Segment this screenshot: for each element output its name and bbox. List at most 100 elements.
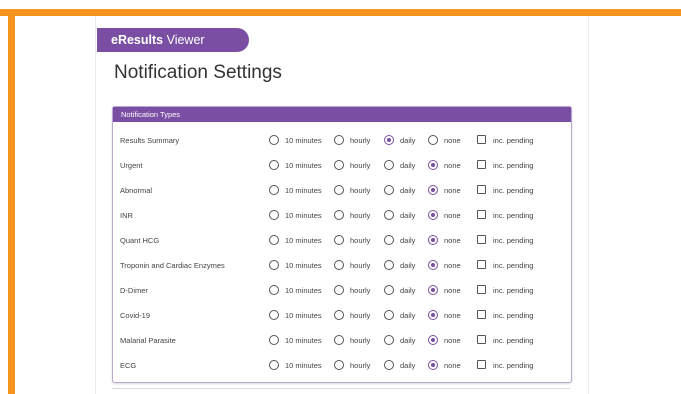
inc-pending-label: inc. pending (493, 311, 534, 320)
radio-button[interactable] (384, 185, 394, 195)
frequency-option-label: none (444, 311, 461, 320)
radio-button[interactable] (428, 260, 438, 270)
radio-button[interactable] (384, 260, 394, 270)
radio-button[interactable] (428, 235, 438, 245)
notification-row: ECG 10 minutes hourly daily none inc. pending (113, 355, 571, 377)
frequency-option-label: 10 minutes (285, 311, 322, 320)
panel-header: Notification Types (113, 107, 571, 122)
inc-pending-checkbox[interactable] (477, 135, 486, 144)
frequency-option-label: none (444, 261, 461, 270)
radio-button[interactable] (334, 285, 344, 295)
radio-button[interactable] (428, 310, 438, 320)
notification-row: Troponin and Cardiac Enzymes 10 minutes ho… (113, 255, 571, 277)
radio-button[interactable] (269, 335, 279, 345)
frequency-option-label: 10 minutes (285, 361, 322, 370)
radio-button[interactable] (269, 360, 279, 370)
frequency-option-label: 10 minutes (285, 236, 322, 245)
notification-type-label: Troponin and Cardiac Enzymes (120, 261, 225, 270)
inc-pending-checkbox[interactable] (477, 335, 486, 344)
frequency-option-label: hourly (350, 236, 371, 245)
frequency-option-label: hourly (350, 136, 371, 145)
frequency-option-label: none (444, 186, 461, 195)
frequency-option-label: hourly (350, 211, 371, 220)
frequency-option-label: daily (400, 136, 416, 145)
inc-pending-checkbox[interactable] (477, 360, 486, 369)
frequency-option-label: daily (400, 311, 416, 320)
radio-button[interactable] (384, 235, 394, 245)
radio-button[interactable] (384, 135, 394, 145)
inc-pending-label: inc. pending (493, 211, 534, 220)
radio-button[interactable] (428, 335, 438, 345)
notification-row: Quant HCG 10 minutes hourly daily none inc. p… (113, 230, 571, 252)
frequency-option-label: daily (400, 161, 416, 170)
radio-button[interactable] (334, 310, 344, 320)
frequency-option-label: daily (400, 211, 416, 220)
divider (112, 388, 570, 389)
frequency-option-label: hourly (350, 336, 371, 345)
inc-pending-label: inc. pending (493, 336, 534, 345)
inc-pending-checkbox[interactable] (477, 160, 486, 169)
frequency-option-label: hourly (350, 186, 371, 195)
radio-button[interactable] (334, 210, 344, 220)
radio-button[interactable] (334, 235, 344, 245)
frequency-option-label: daily (400, 336, 416, 345)
notification-types-panel: Notification Types Results Summary 10 min… (112, 106, 572, 383)
inc-pending-checkbox[interactable] (477, 310, 486, 319)
radio-button[interactable] (269, 135, 279, 145)
inc-pending-label: inc. pending (493, 136, 534, 145)
radio-button[interactable] (384, 210, 394, 220)
frequency-option-label: none (444, 336, 461, 345)
brand-rest: Viewer (163, 33, 205, 47)
radio-button[interactable] (334, 260, 344, 270)
notification-row: Results Summary 10 minutes hourly daily none… (113, 130, 571, 152)
radio-button[interactable] (269, 310, 279, 320)
radio-button[interactable] (428, 185, 438, 195)
radio-button[interactable] (269, 160, 279, 170)
radio-button[interactable] (384, 160, 394, 170)
frequency-option-label: hourly (350, 286, 371, 295)
inc-pending-label: inc. pending (493, 286, 534, 295)
frequency-option-label: none (444, 161, 461, 170)
inc-pending-checkbox[interactable] (477, 260, 486, 269)
radio-button[interactable] (334, 360, 344, 370)
notification-row: Covid-19 10 minutes hourly daily none inc. pe… (113, 305, 571, 327)
inc-pending-checkbox[interactable] (477, 235, 486, 244)
radio-button[interactable] (428, 285, 438, 295)
radio-button[interactable] (428, 210, 438, 220)
inc-pending-label: inc. pending (493, 261, 534, 270)
radio-button[interactable] (428, 160, 438, 170)
inc-pending-checkbox[interactable] (477, 210, 486, 219)
frequency-option-label: 10 minutes (285, 336, 322, 345)
frequency-option-label: daily (400, 361, 416, 370)
radio-button[interactable] (269, 285, 279, 295)
radio-button[interactable] (269, 210, 279, 220)
notification-type-label: Abnormal (120, 186, 153, 195)
inc-pending-checkbox[interactable] (477, 185, 486, 194)
radio-button[interactable] (428, 135, 438, 145)
radio-button[interactable] (334, 135, 344, 145)
radio-button[interactable] (384, 335, 394, 345)
notification-type-label: Results Summary (120, 136, 180, 145)
frequency-option-label: none (444, 136, 461, 145)
app-title-tab: eResults Viewer (97, 28, 249, 52)
inc-pending-checkbox[interactable] (477, 285, 486, 294)
radio-button[interactable] (384, 285, 394, 295)
radio-button[interactable] (269, 235, 279, 245)
radio-button[interactable] (428, 360, 438, 370)
frequency-option-label: none (444, 236, 461, 245)
radio-button[interactable] (334, 185, 344, 195)
notification-row: Urgent 10 minutes hourly daily none inc. pend… (113, 155, 571, 177)
radio-button[interactable] (384, 360, 394, 370)
inc-pending-label: inc. pending (493, 186, 534, 195)
radio-button[interactable] (334, 160, 344, 170)
frequency-option-label: 10 minutes (285, 286, 322, 295)
radio-button[interactable] (269, 185, 279, 195)
frequency-option-label: 10 minutes (285, 161, 322, 170)
frequency-option-label: 10 minutes (285, 136, 322, 145)
radio-button[interactable] (384, 310, 394, 320)
radio-button[interactable] (269, 260, 279, 270)
orange-frame-top (0, 9, 681, 16)
radio-button[interactable] (334, 335, 344, 345)
notification-type-label: Quant HCG (120, 236, 160, 245)
notification-type-label: Urgent (120, 161, 143, 170)
